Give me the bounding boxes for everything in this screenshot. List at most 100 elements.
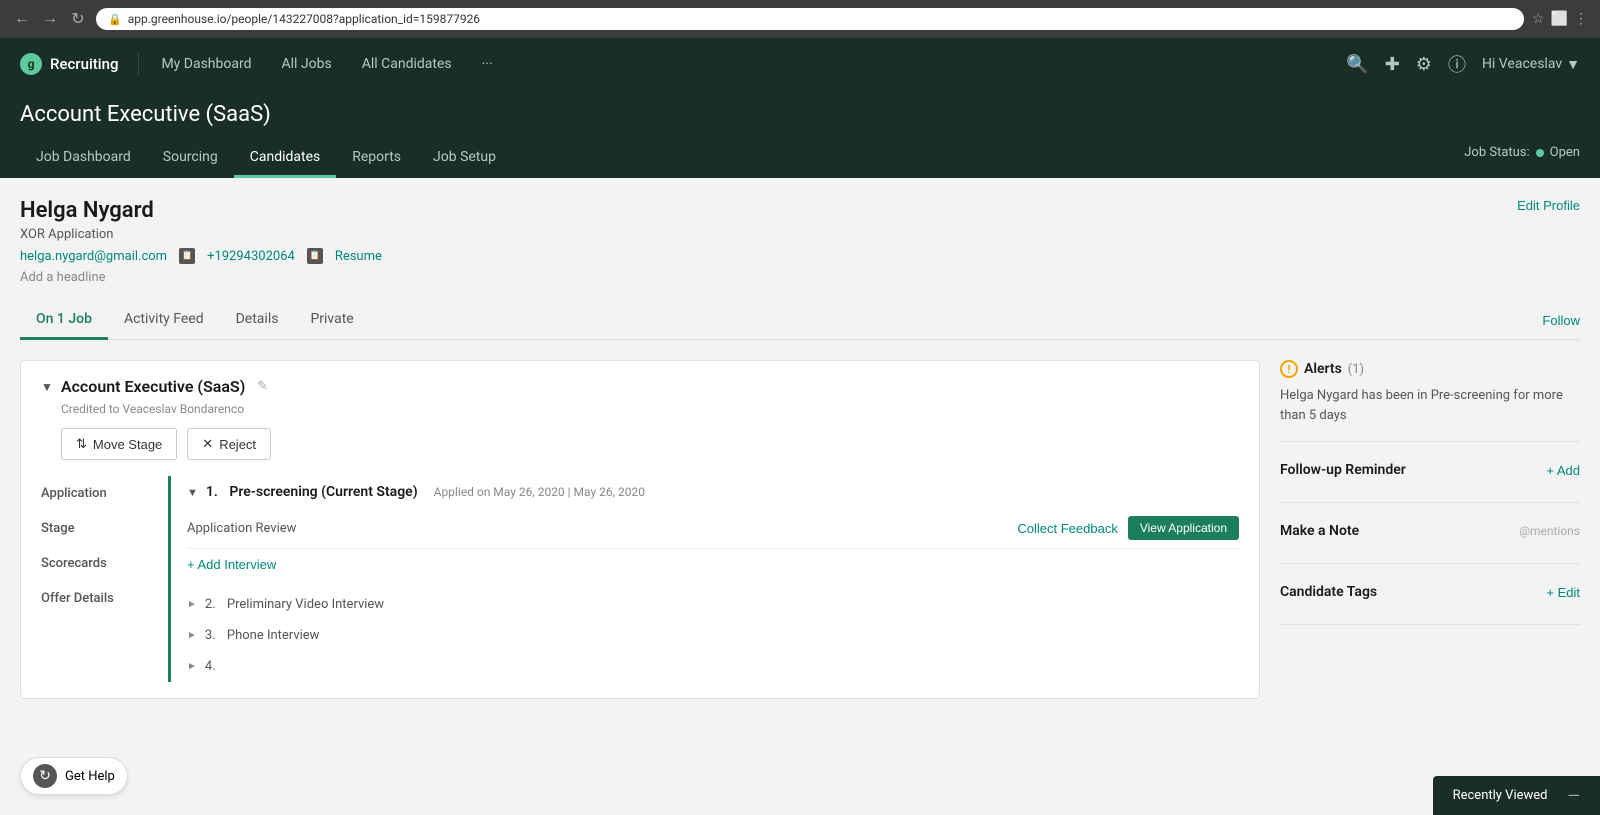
collapse-icon[interactable]: ▼: [41, 380, 53, 394]
app-nav-links: My Dashboard All Jobs All Candidates ···: [147, 38, 1346, 90]
extensions-icon[interactable]: ⬜: [1551, 11, 1568, 27]
tab-sourcing[interactable]: Sourcing: [147, 139, 234, 178]
nav-more[interactable]: ···: [468, 38, 507, 90]
tab-details[interactable]: Details: [220, 301, 295, 340]
tab-activity-feed[interactable]: Activity Feed: [108, 301, 220, 340]
stage-4-name: [224, 659, 227, 674]
alerts-text: Helga Nygard has been in Pre-screening f…: [1280, 386, 1580, 425]
resume-link[interactable]: Resume: [335, 249, 382, 264]
stage-collapse-icon[interactable]: ▼: [187, 486, 198, 499]
search-icon[interactable]: 🔍: [1346, 54, 1368, 75]
app-details-labels: Application Stage Scorecards Offer Detai…: [41, 476, 171, 682]
browser-right-icons: ☆ ⬜ ⋮: [1532, 11, 1588, 27]
stage-2-number: 2.: [205, 597, 216, 612]
minimize-icon[interactable]: ―: [1568, 786, 1581, 805]
stage-prescreening: ▼ 1. Pre-screening (Current Stage) Appli…: [187, 476, 1239, 581]
stage-body: Application Review Collect Feedback View…: [187, 508, 1239, 581]
collect-feedback-button[interactable]: Collect Feedback: [1017, 521, 1117, 536]
candidate-app-type: XOR Application: [20, 227, 382, 242]
move-stage-icon: ⇅: [76, 436, 87, 452]
chevron-down-icon: ▼: [1566, 56, 1580, 73]
tab-job-setup[interactable]: Job Setup: [417, 139, 512, 178]
tab-job-dashboard[interactable]: Job Dashboard: [20, 139, 147, 178]
candidate-links: helga.nygard@gmail.com 📋 +19294302064 📋 …: [20, 248, 382, 264]
make-note-header: Make a Note @mentions: [1280, 523, 1580, 539]
stage-dates: Applied on May 26, 2020 | May 26, 2020: [434, 485, 645, 499]
job-status: Job Status: Open: [1464, 145, 1580, 172]
back-button[interactable]: ←: [12, 9, 32, 29]
nav-my-dashboard[interactable]: My Dashboard: [147, 38, 265, 90]
app-details-content: ▼ 1. Pre-screening (Current Stage) Appli…: [171, 476, 1239, 682]
two-column-layout: ▼ Account Executive (SaaS) ✎ Credited to…: [20, 360, 1580, 715]
job-header: Account Executive (SaaS) Job Dashboard S…: [0, 90, 1600, 178]
recently-viewed[interactable]: Recently Viewed ―: [1433, 776, 1600, 815]
stage-phone-interview[interactable]: ► 3. Phone Interview: [187, 620, 1239, 651]
get-help[interactable]: ↻ Get Help: [20, 757, 128, 795]
add-icon[interactable]: ✚: [1385, 54, 1400, 75]
action-buttons: ⇅ Move Stage ✕ Reject: [61, 428, 1239, 460]
edit-tags-button[interactable]: + Edit: [1546, 585, 1580, 600]
stage-3-number: 3.: [205, 628, 216, 643]
follow-button[interactable]: Follow: [1542, 303, 1580, 338]
stage-name: Pre-screening (Current Stage): [226, 484, 418, 500]
view-application-button[interactable]: View Application: [1128, 516, 1239, 540]
alerts-header: ! Alerts (1): [1280, 360, 1580, 378]
follow-up-header: Follow-up Reminder + Add: [1280, 462, 1580, 478]
tab-on-1-job[interactable]: On 1 Job: [20, 301, 108, 340]
app-logo[interactable]: g Recruiting: [20, 53, 139, 75]
reject-button[interactable]: ✕ Reject: [187, 428, 271, 460]
url-text: app.greenhouse.io/people/143227008?appli…: [128, 12, 480, 26]
edit-icon[interactable]: ✎: [257, 379, 268, 394]
app-details: Application Stage Scorecards Offer Detai…: [41, 476, 1239, 682]
help-icon[interactable]: ⓘ: [1448, 51, 1466, 77]
job-tabs: Job Dashboard Sourcing Candidates Report…: [20, 139, 512, 178]
add-follow-up-button[interactable]: + Add: [1546, 463, 1580, 478]
credited-to: Credited to Veaceslav Bondarenco: [61, 402, 1239, 416]
more-icon[interactable]: ⋮: [1574, 11, 1588, 27]
settings-icon[interactable]: ⚙: [1416, 54, 1432, 75]
phone-copy-icon[interactable]: 📋: [307, 248, 323, 264]
user-menu[interactable]: Hi Veaceslav ▼: [1482, 56, 1580, 73]
address-bar[interactable]: 🔒 app.greenhouse.io/people/143227008?app…: [96, 8, 1524, 30]
candidate-tags-title: Candidate Tags: [1280, 584, 1377, 600]
stage-expand-icon: ►: [187, 599, 197, 610]
add-headline[interactable]: Add a headline: [20, 270, 382, 285]
move-stage-button[interactable]: ⇅ Move Stage: [61, 428, 177, 460]
tab-candidates[interactable]: Candidates: [234, 139, 337, 178]
refresh-button[interactable]: ↻: [68, 9, 88, 29]
job-status-value: Open: [1550, 145, 1580, 160]
job-status-label: Job Status:: [1464, 145, 1529, 160]
alerts-title: Alerts: [1304, 361, 1342, 377]
reject-icon: ✕: [202, 436, 213, 452]
app-nav-right: 🔍 ✚ ⚙ ⓘ Hi Veaceslav ▼: [1346, 51, 1580, 77]
main-column: ▼ Account Executive (SaaS) ✎ Credited to…: [20, 360, 1260, 715]
tab-private[interactable]: Private: [294, 301, 369, 340]
email-copy-icon[interactable]: 📋: [179, 248, 195, 264]
alerts-section: ! Alerts (1) Helga Nygard has been in Pr…: [1280, 360, 1580, 442]
nav-all-candidates[interactable]: All Candidates: [348, 38, 466, 90]
browser-chrome: ← → ↻ 🔒 app.greenhouse.io/people/1432270…: [0, 0, 1600, 38]
stage-prelim-video[interactable]: ► 2. Preliminary Video Interview: [187, 589, 1239, 620]
user-greeting: Hi Veaceslav: [1482, 56, 1562, 72]
stage-4[interactable]: ► 4.: [187, 651, 1239, 682]
candidate-header: Helga Nygard XOR Application helga.nygar…: [20, 198, 1580, 285]
job-title: Account Executive (SaaS): [20, 102, 271, 127]
alert-icon: !: [1280, 360, 1298, 378]
tab-reports[interactable]: Reports: [336, 139, 417, 178]
alerts-count: (1): [1348, 362, 1364, 377]
stage-row-actions: Collect Feedback View Application: [1017, 516, 1239, 540]
edit-profile-button[interactable]: Edit Profile: [1517, 198, 1580, 213]
stage-header: ▼ 1. Pre-screening (Current Stage) Appli…: [187, 476, 1239, 508]
bookmark-icon[interactable]: ☆: [1532, 11, 1545, 27]
nav-all-jobs[interactable]: All Jobs: [267, 38, 345, 90]
stage-2-name: Preliminary Video Interview: [224, 597, 384, 612]
add-interview-row: + Add Interview: [187, 549, 1239, 581]
app-name: Recruiting: [50, 55, 118, 73]
app-card-header: ▼ Account Executive (SaaS) ✎: [41, 377, 1239, 396]
forward-button[interactable]: →: [40, 9, 60, 29]
candidate-phone[interactable]: +19294302064: [207, 249, 295, 264]
offer-details-label: Offer Details: [41, 581, 168, 616]
candidate-email[interactable]: helga.nygard@gmail.com: [20, 249, 167, 264]
add-interview-button[interactable]: + Add Interview: [187, 557, 276, 572]
candidate-name: Helga Nygard: [20, 198, 382, 223]
